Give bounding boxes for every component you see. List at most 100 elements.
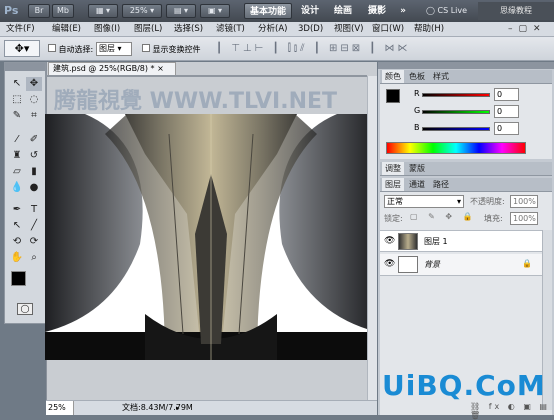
screen-mode-button[interactable]: ▣ ▾ bbox=[200, 4, 230, 18]
3d-camera-tool-icon[interactable]: ⟳ bbox=[26, 235, 42, 249]
window-controls[interactable]: –▢✕ bbox=[508, 23, 552, 35]
workspace-design[interactable]: 设计 bbox=[296, 3, 324, 19]
auto-select-dropdown[interactable]: 图层 ▾ bbox=[96, 42, 132, 56]
menu-select[interactable]: 选择(S) bbox=[174, 22, 203, 37]
brush-tool-icon[interactable]: ✐ bbox=[26, 133, 42, 147]
opacity-field[interactable]: 100% bbox=[510, 195, 538, 208]
move-tool-icon[interactable]: ↖ bbox=[9, 77, 25, 91]
align-distribute-buttons[interactable]: ┃ ⊤⊥⊢ ┃ ⫿⫾⫽ ┃ ⊞⊟⊠ ┃ ⋈⋉ bbox=[216, 42, 416, 56]
auto-select-checkbox[interactable] bbox=[48, 44, 56, 52]
status-doc-size: 文档:8.43M/7.79M bbox=[122, 403, 193, 412]
workspace-essentials[interactable]: 基本功能 bbox=[244, 3, 292, 19]
dodge-tool-icon[interactable]: ● bbox=[26, 181, 42, 195]
b-value-field[interactable]: 0 bbox=[494, 122, 519, 135]
r-value-field[interactable]: 0 bbox=[494, 88, 519, 101]
zoom-level-dropdown[interactable]: 25% ▾ bbox=[122, 4, 162, 18]
r-slider[interactable] bbox=[422, 93, 490, 97]
history-brush-tool-icon[interactable]: ↺ bbox=[26, 149, 42, 163]
b-slider[interactable] bbox=[422, 127, 490, 131]
menu-filter[interactable]: 滤镜(T) bbox=[216, 22, 245, 37]
workspace-photography[interactable]: 摄影 bbox=[362, 3, 392, 19]
crop-tool-icon[interactable]: ⌗ bbox=[26, 109, 42, 123]
color-fg-swatch[interactable] bbox=[386, 89, 400, 103]
b-label: B bbox=[414, 123, 420, 132]
move-tool-active-icon[interactable]: ✥ bbox=[26, 77, 42, 91]
arrange-documents-button[interactable]: ▤ ▾ bbox=[166, 4, 196, 18]
menu-edit[interactable]: 编辑(E) bbox=[52, 22, 81, 37]
menu-analysis[interactable]: 分析(A) bbox=[258, 22, 287, 37]
view-extras-button[interactable]: ▦ ▾ bbox=[88, 4, 118, 18]
eraser-tool-icon[interactable]: ▱ bbox=[9, 165, 25, 179]
foreground-color-swatch[interactable] bbox=[11, 271, 26, 286]
fill-field[interactable]: 100% bbox=[510, 212, 538, 225]
layer-row[interactable]: 👁 图层 1 bbox=[380, 230, 542, 252]
tab-paths[interactable]: 路径 bbox=[430, 178, 452, 191]
lock-icons[interactable]: ▢ ✎ ✥ 🔒 bbox=[410, 212, 477, 221]
canvas-image[interactable] bbox=[45, 114, 377, 360]
path-select-tool-icon[interactable]: ↖ bbox=[9, 219, 25, 233]
tab-channels[interactable]: 通道 bbox=[406, 178, 428, 191]
blur-tool-icon[interactable]: 💧 bbox=[9, 181, 25, 195]
workspace-painting[interactable]: 绘画 bbox=[328, 3, 358, 19]
r-label: R bbox=[414, 89, 420, 98]
menu-layer[interactable]: 图层(L) bbox=[134, 22, 162, 37]
menu-help[interactable]: 帮助(H) bbox=[414, 22, 444, 37]
move-tool-icon: ✥ bbox=[14, 42, 24, 55]
cs-live-button[interactable]: ◯ CS Live bbox=[426, 3, 476, 19]
tools-panel-header[interactable] bbox=[5, 63, 45, 71]
tab-masks[interactable]: 蒙版 bbox=[406, 162, 428, 175]
menu-file[interactable]: 文件(F) bbox=[6, 22, 35, 37]
site-watermark: 思缘教程 bbs.16xx8.com bbox=[478, 2, 554, 33]
g-value-field[interactable]: 0 bbox=[494, 105, 519, 118]
vertical-scrollbar[interactable] bbox=[367, 76, 377, 400]
pen-tool-icon[interactable]: ✒ bbox=[9, 203, 25, 217]
menu-bar: 文件(F) 编辑(E) 图像(I) 图层(L) 选择(S) 滤镜(T) 分析(A… bbox=[0, 22, 554, 37]
color-spectrum-bar[interactable] bbox=[386, 142, 526, 154]
document-tab[interactable]: 建筑.psd @ 25%(RGB/8) * × bbox=[48, 62, 176, 75]
tab-color[interactable]: 颜色 bbox=[382, 70, 404, 83]
eyedropper-tool-icon[interactable]: ⁄ bbox=[9, 133, 25, 147]
menu-3d[interactable]: 3D(D) bbox=[298, 22, 323, 37]
zoom-tool-icon[interactable]: ⌕ bbox=[26, 251, 42, 265]
3d-rotate-tool-icon[interactable]: ⟲ bbox=[9, 235, 25, 249]
layers-panel-tabs: 图层 通道 路径 bbox=[380, 178, 552, 192]
menu-window[interactable]: 窗口(W) bbox=[372, 22, 404, 37]
status-zoom[interactable]: 25% bbox=[46, 401, 74, 415]
show-transform-checkbox[interactable] bbox=[142, 44, 150, 52]
cs-live-icon: ◯ bbox=[426, 6, 435, 15]
eye-icon[interactable]: 👁 bbox=[384, 236, 395, 246]
tab-layers[interactable]: 图层 bbox=[382, 178, 404, 191]
hand-tool-icon[interactable]: ✋ bbox=[9, 251, 25, 265]
more-workspaces-button[interactable]: » bbox=[396, 3, 410, 19]
g-slider[interactable] bbox=[422, 110, 490, 114]
lasso-tool-icon[interactable]: ◌ bbox=[26, 93, 42, 107]
right-panel-dock: 颜色 色板 样式 R 0 G 0 B 0 调整 蒙版 图层 通道 路径 正常 ▾ … bbox=[378, 62, 554, 420]
tab-styles[interactable]: 样式 bbox=[430, 70, 452, 83]
tab-divider bbox=[46, 75, 367, 77]
bridge-button[interactable]: Br bbox=[28, 4, 50, 18]
quick-select-tool-icon[interactable]: ✎ bbox=[9, 109, 25, 123]
marquee-tool-icon[interactable]: ⬚ bbox=[9, 93, 25, 107]
layer-name[interactable]: 背景 bbox=[424, 259, 440, 270]
status-menu-arrow-icon[interactable]: ▸ bbox=[176, 401, 180, 415]
canvas-watermark: 腾龍視覺 WWW.TLVI.NET bbox=[54, 89, 338, 114]
quick-mask-icon[interactable]: ◯ bbox=[17, 303, 33, 315]
mini-bridge-button[interactable]: Mb bbox=[52, 4, 74, 18]
tab-swatches[interactable]: 色板 bbox=[406, 70, 428, 83]
menu-view[interactable]: 视图(V) bbox=[334, 22, 363, 37]
gradient-tool-icon[interactable]: ▮ bbox=[26, 165, 42, 179]
auto-select-option[interactable]: 自动选择: bbox=[48, 44, 93, 54]
show-transform-option[interactable]: 显示变换控件 bbox=[142, 44, 201, 54]
type-tool-icon[interactable]: T bbox=[26, 203, 42, 217]
close-icon[interactable]: × bbox=[157, 64, 164, 73]
menu-image[interactable]: 图像(I) bbox=[94, 22, 120, 37]
tool-preset-picker[interactable]: ✥▾ bbox=[4, 40, 40, 57]
blend-mode-dropdown[interactable]: 正常 ▾ bbox=[384, 195, 464, 208]
layer-row[interactable]: 👁 背景 🔒 bbox=[380, 254, 542, 276]
dock-header[interactable] bbox=[378, 62, 554, 69]
layer-name[interactable]: 图层 1 bbox=[424, 236, 448, 247]
stamp-tool-icon[interactable]: ♜ bbox=[9, 149, 25, 163]
eye-icon[interactable]: 👁 bbox=[384, 259, 395, 269]
shape-tool-icon[interactable]: ╱ bbox=[26, 219, 42, 233]
tab-adjustments[interactable]: 调整 bbox=[382, 162, 404, 175]
